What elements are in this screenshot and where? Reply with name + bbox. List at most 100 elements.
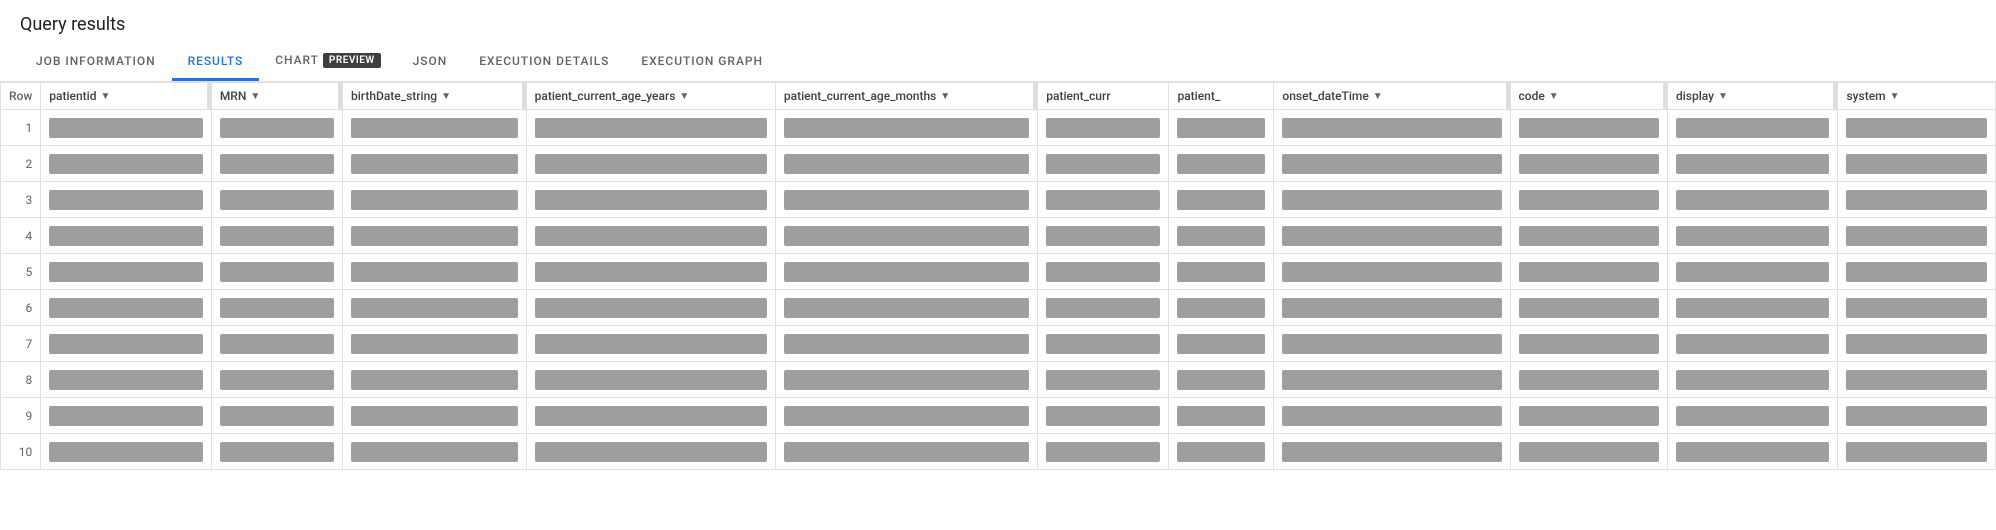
tab-chart[interactable]: CHARTPREVIEW <box>259 43 396 81</box>
results-table: Row patientid ▼ MRN ▼ <box>0 82 1996 470</box>
cell-data <box>1838 182 1996 218</box>
redacted-value <box>1046 226 1160 246</box>
col-header-age-years[interactable]: patient_current_age_years ▼ <box>526 83 775 110</box>
redacted-value <box>351 262 518 282</box>
redacted-value <box>1846 262 1987 282</box>
preview-badge: PREVIEW <box>323 53 381 68</box>
cell-data <box>1038 182 1169 218</box>
table-row: 4 <box>1 218 1996 254</box>
redacted-value <box>49 442 203 462</box>
col-header-system[interactable]: system ▼ <box>1838 83 1996 110</box>
cell-data <box>526 146 775 182</box>
cell-data <box>526 398 775 434</box>
redacted-value <box>220 406 334 426</box>
cell-data <box>1838 254 1996 290</box>
redacted-value <box>1676 262 1830 282</box>
col-header-patient-curr: patient_curr <box>1038 83 1169 110</box>
redacted-value <box>49 262 203 282</box>
redacted-value <box>49 298 203 318</box>
cell-data <box>1667 182 1838 218</box>
dropdown-icon: ▼ <box>679 91 689 102</box>
table-row: 5 <box>1 254 1996 290</box>
redacted-value <box>1046 262 1160 282</box>
cell-data <box>526 182 775 218</box>
redacted-value <box>1676 298 1830 318</box>
redacted-value <box>49 118 203 138</box>
redacted-value <box>49 154 203 174</box>
redacted-value <box>220 334 334 354</box>
redacted-value <box>1846 226 1987 246</box>
redacted-value <box>1282 442 1501 462</box>
resize-handle[interactable] <box>1833 83 1837 109</box>
cell-data <box>1274 362 1510 398</box>
cell-data <box>775 434 1037 470</box>
redacted-value <box>351 406 518 426</box>
cell-data <box>343 290 527 326</box>
resize-handle[interactable] <box>522 83 526 109</box>
col-header-display[interactable]: display ▼ <box>1667 83 1838 110</box>
cell-data <box>211 290 342 326</box>
cell-data <box>1667 110 1838 146</box>
tabs-bar: JOB INFORMATION RESULTS CHARTPREVIEW JSO… <box>0 43 1996 82</box>
cell-data <box>1169 110 1274 146</box>
cell-data <box>775 254 1037 290</box>
dropdown-icon: ▼ <box>1718 91 1728 102</box>
resize-handle[interactable] <box>338 83 342 109</box>
cell-data <box>1038 110 1169 146</box>
cell-data <box>1038 398 1169 434</box>
dropdown-icon: ▼ <box>441 91 451 102</box>
cell-data <box>526 290 775 326</box>
col-header-mrn[interactable]: MRN ▼ <box>211 83 342 110</box>
cell-data <box>41 218 212 254</box>
resize-handle[interactable] <box>1033 83 1037 109</box>
resize-handle[interactable] <box>1506 83 1510 109</box>
col-header-code[interactable]: code ▼ <box>1510 83 1667 110</box>
cell-data <box>1838 290 1996 326</box>
col-header-age-months[interactable]: patient_current_age_months ▼ <box>775 83 1037 110</box>
cell-data <box>41 362 212 398</box>
redacted-value <box>1519 298 1659 318</box>
col-header-patientid[interactable]: patientid ▼ <box>41 83 212 110</box>
redacted-value <box>1676 334 1830 354</box>
cell-row-number: 5 <box>1 254 41 290</box>
cell-data <box>775 362 1037 398</box>
cell-data <box>1274 110 1510 146</box>
redacted-value <box>784 154 1029 174</box>
cell-row-number: 1 <box>1 110 41 146</box>
resize-handle[interactable] <box>1663 83 1667 109</box>
cell-data <box>1838 146 1996 182</box>
redacted-value <box>220 370 334 390</box>
cell-data <box>41 290 212 326</box>
col-header-onset-datetime[interactable]: onset_dateTime ▼ <box>1274 83 1510 110</box>
cell-data <box>1510 362 1667 398</box>
tab-execution-details[interactable]: EXECUTION DETAILS <box>463 44 625 81</box>
redacted-value <box>535 262 767 282</box>
redacted-value <box>1177 190 1265 210</box>
redacted-value <box>1046 406 1160 426</box>
tab-json[interactable]: JSON <box>397 44 464 81</box>
cell-data <box>1274 218 1510 254</box>
redacted-value <box>1519 154 1659 174</box>
tab-job-information[interactable]: JOB INFORMATION <box>20 44 172 81</box>
tab-execution-graph[interactable]: EXECUTION GRAPH <box>625 44 779 81</box>
cell-row-number: 3 <box>1 182 41 218</box>
redacted-value <box>351 118 518 138</box>
cell-data <box>343 398 527 434</box>
cell-data <box>1038 434 1169 470</box>
tab-results[interactable]: RESULTS <box>172 44 260 81</box>
redacted-value <box>49 406 203 426</box>
redacted-value <box>1676 154 1830 174</box>
page-title: Query results <box>0 0 1996 43</box>
redacted-value <box>1177 118 1265 138</box>
redacted-value <box>535 118 767 138</box>
cell-data <box>211 182 342 218</box>
redacted-value <box>1046 334 1160 354</box>
redacted-value <box>784 370 1029 390</box>
redacted-value <box>1846 334 1987 354</box>
redacted-value <box>1519 262 1659 282</box>
redacted-value <box>220 226 334 246</box>
col-header-birthdate[interactable]: birthDate_string ▼ <box>343 83 527 110</box>
resize-handle[interactable] <box>207 83 211 109</box>
redacted-value <box>1046 298 1160 318</box>
redacted-value <box>1177 226 1265 246</box>
